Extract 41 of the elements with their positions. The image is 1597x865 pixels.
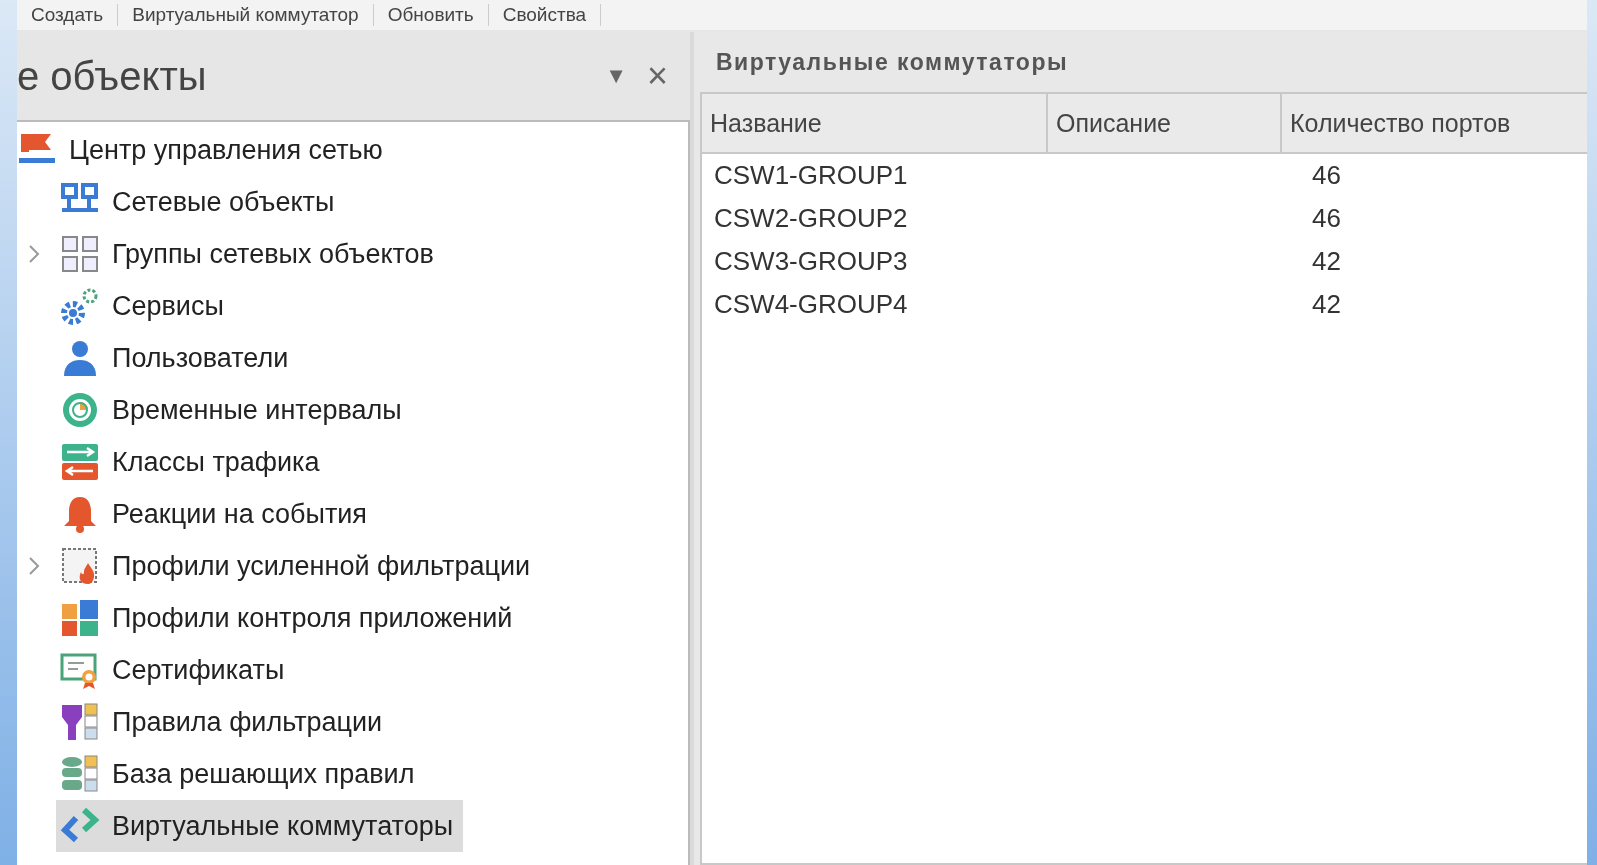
column-header[interactable]: Описание: [1048, 94, 1282, 152]
table-cell: 46: [1312, 160, 1341, 191]
tree-item[interactable]: Группы сетевых объектов: [56, 228, 444, 280]
funnel-icon: [60, 702, 100, 742]
tree-item[interactable]: Центр управления сетью: [17, 124, 393, 176]
table-cell: CSW1-GROUP1: [714, 160, 908, 191]
tiles-icon: [60, 598, 100, 638]
grid-icon: [60, 234, 100, 274]
clock-icon: [60, 390, 100, 430]
toolbar-button[interactable]: Виртуальный коммутатор: [118, 1, 373, 29]
column-header[interactable]: Количество портов: [1282, 94, 1587, 152]
arrows-icon: [60, 442, 100, 482]
tree-item[interactable]: Классы трафика: [56, 436, 330, 488]
tree-item[interactable]: Сертификаты: [56, 644, 295, 696]
column-header[interactable]: Название: [702, 94, 1048, 152]
table-cell: CSW4-GROUP4: [714, 289, 908, 320]
tree-item[interactable]: База решающих правил: [56, 748, 425, 800]
tree-item[interactable]: Профили контроля приложений: [56, 592, 523, 644]
tree-item[interactable]: Временные интервалы: [56, 384, 412, 436]
toolbar-button[interactable]: Свойства: [488, 1, 601, 29]
flame-icon: [60, 546, 100, 586]
table-cell: 42: [1312, 289, 1341, 320]
gears-icon: [60, 286, 100, 326]
table-cell: 46: [1312, 203, 1341, 234]
tree-item[interactable]: Профили усиленной фильтрации: [56, 540, 541, 592]
tree-item[interactable]: Пользователи: [56, 332, 299, 384]
tree-item[interactable]: Сервисы: [56, 280, 234, 332]
table-cell: CSW2-GROUP2: [714, 203, 908, 234]
table-cell: 42: [1312, 246, 1341, 277]
tree-item[interactable]: Реакции на события: [56, 488, 377, 540]
dropdown-button[interactable]: ▼: [595, 63, 637, 89]
tree-item[interactable]: Сетевые объекты: [56, 176, 345, 228]
panel-title: е объекты: [17, 53, 208, 99]
tree-item[interactable]: Правила фильтрации: [56, 696, 393, 748]
table-cell: CSW3-GROUP3: [714, 246, 908, 277]
tree-item[interactable]: Виртуальные коммутаторы: [56, 800, 464, 852]
toolbar-button[interactable]: Обновить: [373, 1, 488, 29]
toolbar-button[interactable]: Создать: [17, 1, 118, 29]
close-button[interactable]: ×: [636, 55, 678, 97]
database-icon: [60, 754, 100, 794]
content-title: Виртуальные коммутаторы: [715, 47, 1070, 77]
